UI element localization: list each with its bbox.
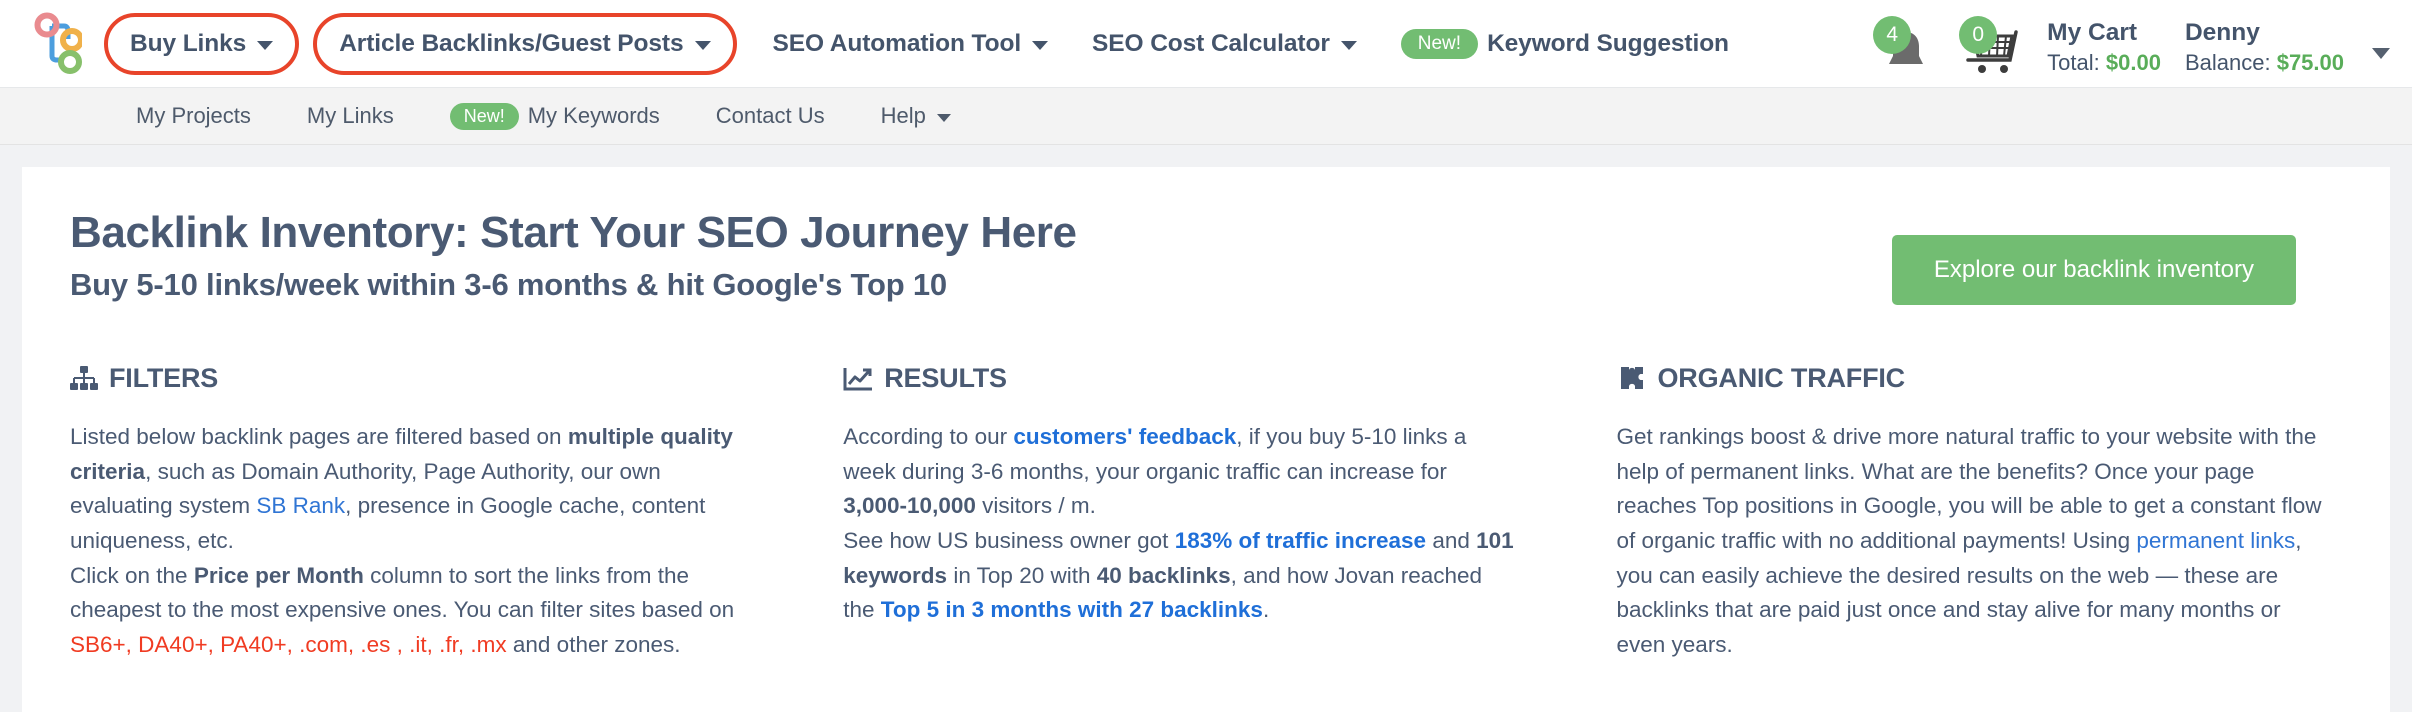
balance-row: Balance: $75.00	[2185, 49, 2344, 77]
permanent-links-link[interactable]: permanent links	[2136, 528, 2295, 553]
user-area: 4 0 My Cart Total: $0.00 Denny Balance: …	[1873, 10, 2390, 76]
results-paragraph-1: According to our customers' feedback, if…	[843, 420, 1514, 524]
main-content-card: Backlink Inventory: Start Your SEO Journ…	[22, 167, 2390, 712]
nav-item-article-backlinks[interactable]: Article Backlinks/Guest Posts	[313, 12, 737, 75]
column-results: RESULTS According to our customers' feed…	[827, 363, 1584, 662]
chart-line-icon	[843, 366, 873, 392]
new-badge: New!	[449, 102, 519, 130]
hero-section: Backlink Inventory: Start Your SEO Journ…	[70, 207, 2342, 305]
balance-amount: $75.00	[2276, 50, 2344, 76]
explore-backlink-inventory-button[interactable]: Explore our backlink inventory	[1891, 235, 2296, 305]
cart-total-label: Total:	[2047, 50, 2100, 76]
user-menu-chevron-down-icon[interactable]	[2372, 48, 2390, 60]
chevron-down-icon	[257, 41, 274, 50]
page-subtitle: Buy 5-10 links/week within 3-6 months & …	[70, 266, 947, 302]
sitemap-icon	[70, 365, 98, 392]
results-p2-part-b: and	[1426, 527, 1477, 553]
sub-nav-item-my-links-label: My Links	[306, 103, 394, 128]
nav-item-seo-cost-calculator-label: SEO Cost Calculator	[1092, 29, 1330, 57]
chevron-down-icon	[1032, 41, 1049, 50]
hero-text: Backlink Inventory: Start Your SEO Journ…	[70, 207, 1077, 303]
organic-traffic-body: Get rankings boost & drive more natural …	[1617, 420, 2332, 662]
chevron-down-icon	[694, 41, 711, 50]
filters-p1-part-a: Listed below backlink pages are filtered…	[70, 424, 568, 449]
results-backlinks-bold: 40 backlinks	[1096, 562, 1231, 588]
filters-p2-part-c: and other zones.	[506, 631, 681, 657]
results-paragraph-2: See how US business owner got 183% of tr…	[843, 524, 1514, 628]
organic-traffic-heading: ORGANIC TRAFFIC	[1617, 363, 2332, 394]
traffic-increase-link[interactable]: 183% of traffic increase	[1175, 528, 1426, 553]
results-p1-part-a: According to our	[843, 424, 1014, 449]
user-balance-block[interactable]: Denny Balance: $75.00	[2185, 18, 2344, 76]
sitechecker-tree-logo[interactable]	[22, 9, 84, 75]
sub-nav-item-my-projects-label: My Projects	[136, 103, 251, 128]
top-navigation-bar: Buy Links Article Backlinks/Guest Posts …	[0, 0, 2412, 88]
results-p2-part-c: in Top 20 with	[947, 562, 1097, 588]
nav-item-seo-automation-tool-label: SEO Automation Tool	[772, 29, 1022, 57]
page-background: Backlink Inventory: Start Your SEO Journ…	[0, 145, 2412, 712]
nav-item-buy-links-label: Buy Links	[130, 29, 247, 57]
puzzle-piece-icon	[1617, 365, 1647, 392]
filters-p2-bold-price-per-month: Price per Month	[193, 562, 364, 588]
nav-item-article-backlinks-label: Article Backlinks/Guest Posts	[339, 29, 684, 57]
results-p2-part-a: See how US business owner got	[843, 527, 1175, 553]
filters-heading-label: FILTERS	[109, 363, 219, 393]
sub-nav-item-my-keywords-label: My Keywords	[527, 103, 660, 128]
customers-feedback-link[interactable]: customers' feedback	[1013, 424, 1236, 449]
results-body: According to our customers' feedback, if…	[843, 420, 1514, 628]
organic-traffic-heading-label: ORGANIC TRAFFIC	[1657, 363, 1906, 393]
column-filters: FILTERS Listed below backlink pages are …	[70, 363, 827, 662]
nav-item-seo-cost-calculator[interactable]: SEO Cost Calculator	[1070, 20, 1379, 68]
chevron-down-icon	[936, 114, 951, 122]
cart-total-row: Total: $0.00	[2047, 49, 2161, 77]
chevron-down-icon	[1340, 41, 1357, 50]
sb-rank-link[interactable]: SB Rank	[256, 493, 345, 518]
sub-nav-item-my-links[interactable]: My Links	[279, 103, 422, 129]
my-cart-block[interactable]: My Cart Total: $0.00	[2047, 18, 2161, 76]
filters-heading: FILTERS	[70, 363, 749, 394]
cart-button[interactable]: 0	[1959, 16, 2023, 74]
sub-nav-item-help[interactable]: Help	[853, 103, 979, 129]
filters-paragraph-1: Listed below backlink pages are filtered…	[70, 420, 749, 559]
sub-nav-item-contact-us-label: Contact Us	[715, 103, 825, 128]
filters-paragraph-2: Click on the Price per Month column to s…	[70, 559, 749, 663]
column-organic-traffic: ORGANIC TRAFFIC Get rankings boost & dri…	[1585, 363, 2342, 662]
secondary-navigation-bar: My Projects My Links New! My Keywords Co…	[0, 88, 2412, 145]
results-p2-part-e: .	[1262, 597, 1270, 623]
sub-nav-item-help-label: Help	[880, 103, 926, 128]
results-heading-label: RESULTS	[884, 363, 1007, 393]
top5-case-study-link[interactable]: Top 5 in 3 months with 27 backlinks	[881, 597, 1263, 622]
filters-zones-highlight: SB6+, DA40+, PA40+, .com, .es , .it, .fr…	[70, 631, 507, 657]
results-p1-part-c: visitors / m.	[975, 493, 1096, 519]
filters-p2-part-a: Click on the	[70, 562, 194, 588]
info-columns: FILTERS Listed below backlink pages are …	[70, 363, 2342, 662]
sub-nav-item-my-projects[interactable]: My Projects	[108, 103, 279, 129]
sub-nav-item-contact-us[interactable]: Contact Us	[688, 103, 853, 129]
filters-body: Listed below backlink pages are filtered…	[70, 420, 749, 662]
nav-item-seo-automation-tool[interactable]: SEO Automation Tool	[751, 20, 1071, 68]
nav-item-keyword-suggestion[interactable]: New! Keyword Suggestion	[1379, 19, 1751, 69]
new-badge: New!	[1400, 28, 1479, 59]
cart-total-amount: $0.00	[2105, 50, 2161, 76]
user-name: Denny	[2184, 19, 2260, 47]
results-visitors-range: 3,000-10,000	[843, 493, 976, 519]
primary-nav-list: Buy Links Article Backlinks/Guest Posts …	[96, 0, 1875, 87]
results-heading: RESULTS	[843, 363, 1514, 394]
nav-item-keyword-suggestion-label: Keyword Suggestion	[1487, 29, 1729, 57]
page-title: Backlink Inventory: Start Your SEO Journ…	[70, 208, 1077, 257]
notifications-bell-button[interactable]: 4	[1873, 16, 1937, 74]
sub-nav-item-my-keywords[interactable]: New! My Keywords	[422, 102, 688, 130]
nav-item-buy-links[interactable]: Buy Links	[104, 12, 300, 75]
organic-paragraph-1: Get rankings boost & drive more natural …	[1617, 420, 2332, 662]
my-cart-title: My Cart	[2047, 19, 2138, 47]
balance-label: Balance:	[2184, 50, 2271, 76]
